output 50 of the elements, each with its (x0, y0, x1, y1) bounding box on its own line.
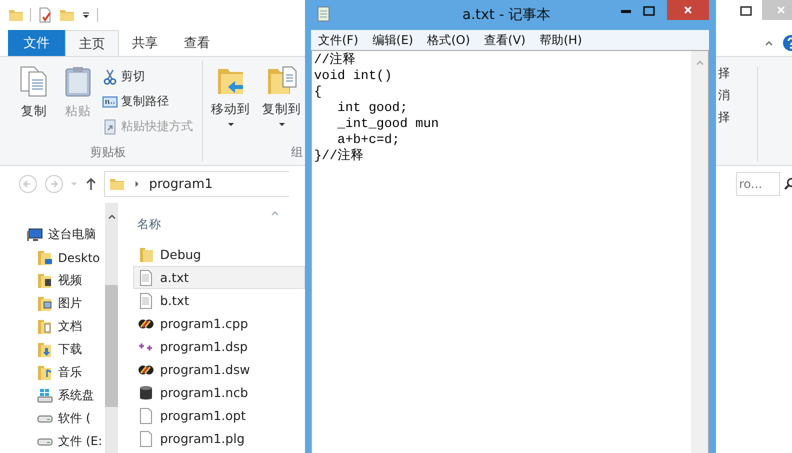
ribbon-button[interactable]: 复制 (14, 62, 54, 137)
search-field[interactable]: ro... (736, 172, 780, 196)
file-item[interactable]: program1.opt (133, 404, 305, 427)
menu-item[interactable]: 帮助(H) (540, 32, 582, 48)
nav-item[interactable]: 下载 (0, 338, 105, 361)
nav-item[interactable]: 音乐 (0, 361, 105, 384)
file-item[interactable]: b.txt (133, 289, 305, 312)
column-header[interactable]: 名称 (133, 209, 161, 233)
file-item[interactable]: Debug (133, 243, 305, 266)
address-bar[interactable]: program1 (104, 171, 289, 198)
nav-item[interactable]: 这台电脑 (0, 223, 105, 246)
nav-item[interactable]: Deskto (0, 246, 105, 269)
ribbon-tab[interactable]: 共享 (119, 30, 171, 56)
menu-item[interactable]: 文件(F) (318, 32, 358, 48)
ribbon-tab[interactable]: 查看 (171, 30, 223, 56)
ribbon-button[interactable]: 移动到 (207, 62, 254, 129)
ribbon-button[interactable]: 剪切 (102, 66, 193, 87)
window-title: a.txt - 记事本 (461, 6, 552, 24)
file-tab[interactable]: 文件 (8, 30, 65, 56)
file-item[interactable]: program1.plg (133, 427, 305, 450)
menu-item[interactable]: 格式(O) (427, 32, 470, 48)
ribbon-tab[interactable]: 主页 (65, 30, 119, 56)
ribbon-label: 择 (718, 108, 730, 126)
group-label: 剪贴板 (89, 144, 128, 161)
nav-item[interactable]: 系统盘 (0, 384, 105, 407)
code-line: //注释 (314, 52, 356, 68)
file-item[interactable]: program1.dsw (133, 358, 305, 381)
file-item[interactable]: program1.ncb (133, 381, 305, 404)
file-item[interactable]: program1.dsp (133, 335, 305, 358)
group-label: 组 (290, 144, 304, 161)
code-line: a+b+c=d; (336, 132, 400, 148)
nav-item[interactable]: 软件 ( (0, 407, 105, 430)
text-editor[interactable]: //注释 void int() { int good; _int_good mun a+b+c=d; }//注释 (311, 50, 709, 453)
menu-item[interactable]: 编辑(E) (372, 32, 414, 48)
file-item[interactable]: program1.cpp (133, 312, 305, 335)
code-line: { (314, 84, 322, 100)
nav-item[interactable]: 文件 (E: (0, 430, 105, 453)
code-line: int good; (336, 100, 408, 116)
code-line: _int_good mun (336, 116, 439, 132)
ribbon-label: 择 (718, 64, 730, 82)
code-line: }//注释 (314, 148, 364, 164)
nav-item[interactable]: 图片 (0, 292, 105, 315)
ribbon-button[interactable]: 复制到 (258, 62, 305, 129)
ribbon-button[interactable]: 复制路径 (102, 92, 193, 112)
code-line: void int() (314, 68, 392, 84)
nav-item[interactable]: 视频 (0, 269, 105, 292)
menu-item[interactable]: 查看(V) (484, 32, 526, 48)
file-item[interactable]: a.txt (133, 266, 305, 289)
ribbon-label: 消 (718, 86, 730, 104)
nav-item[interactable]: 文档 (0, 315, 105, 338)
